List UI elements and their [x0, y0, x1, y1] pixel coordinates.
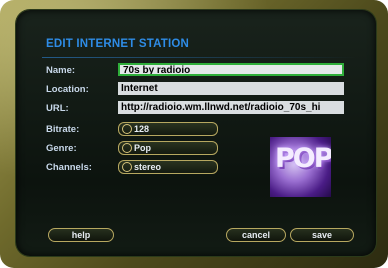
bitrate-selector[interactable]: 128 [118, 122, 218, 136]
dialog-title: EDIT INTERNET STATION [46, 38, 190, 50]
channels-label: Channels: [46, 162, 92, 173]
help-button[interactable]: help [48, 228, 114, 242]
channels-value: stereo [134, 162, 162, 172]
cancel-button[interactable]: cancel [226, 228, 286, 242]
spin-knob-icon [122, 143, 132, 153]
url-label: URL: [46, 103, 69, 114]
bitrate-label: Bitrate: [46, 124, 80, 135]
name-label: Name: [46, 65, 76, 76]
bitrate-value: 128 [134, 124, 150, 134]
title-divider [42, 57, 357, 58]
genre-label: Genre: [46, 143, 77, 154]
artwork-text: POP [275, 143, 331, 174]
device-frame: EDIT INTERNET STATION Name: 70s by radio… [0, 0, 388, 268]
genre-selector[interactable]: Pop [118, 141, 218, 155]
location-field[interactable]: Internet [118, 82, 344, 95]
spin-knob-icon [122, 124, 132, 134]
save-button[interactable]: save [290, 228, 354, 242]
location-label: Location: [46, 84, 89, 95]
channels-selector[interactable]: stereo [118, 160, 218, 174]
url-field[interactable]: http://radioio.wm.llnwd.net/radioio_70s_… [118, 101, 344, 114]
name-field[interactable]: 70s by radioio [118, 63, 344, 76]
spin-knob-icon [122, 162, 132, 172]
genre-artwork: POP [270, 137, 331, 197]
genre-value: Pop [134, 143, 151, 153]
